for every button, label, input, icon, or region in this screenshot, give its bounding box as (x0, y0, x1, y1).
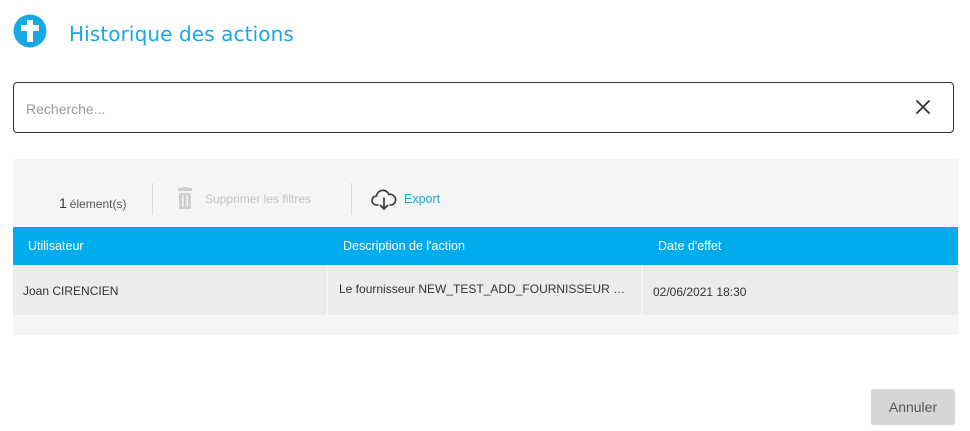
search-box (13, 82, 954, 134)
page-title: Historique des actions (69, 22, 294, 46)
search-input[interactable] (24, 83, 888, 134)
table-row[interactable]: Joan CIRENCIEN Le fournisseur NEW_TEST_A… (13, 265, 958, 315)
close-icon[interactable] (915, 99, 931, 115)
results-panel: 1 élement(s) Supprimer les filtres Export… (13, 159, 958, 335)
column-header-date[interactable]: Date d'effet (658, 227, 721, 265)
table-header: Utilisateur Description de l'action Date… (13, 227, 958, 265)
cell-date: 02/06/2021 18:30 (643, 265, 958, 315)
app-logo-icon (13, 14, 47, 48)
cell-utilisateur: Joan CIRENCIEN (13, 265, 326, 315)
column-header-utilisateur[interactable]: Utilisateur (28, 227, 84, 265)
cell-utilisateur-text: Joan CIRENCIEN (23, 284, 119, 298)
export-label: Export (404, 192, 441, 206)
cell-description: Le fournisseur NEW_TEST_ADD_FOURNISSEUR … (328, 265, 641, 315)
column-header-description[interactable]: Description de l'action (343, 227, 465, 265)
element-count-number: 1 (59, 195, 67, 211)
results-toolbar: 1 élement(s) Supprimer les filtres Export (13, 183, 958, 215)
element-count: 1 élement(s) (59, 195, 126, 211)
clear-filters-label: Supprimer les filtres (205, 192, 312, 206)
cell-date-text: 02/06/2021 18:30 (653, 285, 747, 299)
trash-icon (178, 187, 192, 209)
toolbar-divider (152, 183, 153, 215)
cell-description-text: Le fournisseur NEW_TEST_ADD_FOURNISSEUR … (339, 282, 631, 296)
toolbar-divider (351, 183, 352, 215)
element-count-label: élement(s) (69, 197, 127, 211)
cloud-download-icon (371, 189, 397, 210)
cancel-button[interactable]: Annuler (871, 389, 955, 425)
